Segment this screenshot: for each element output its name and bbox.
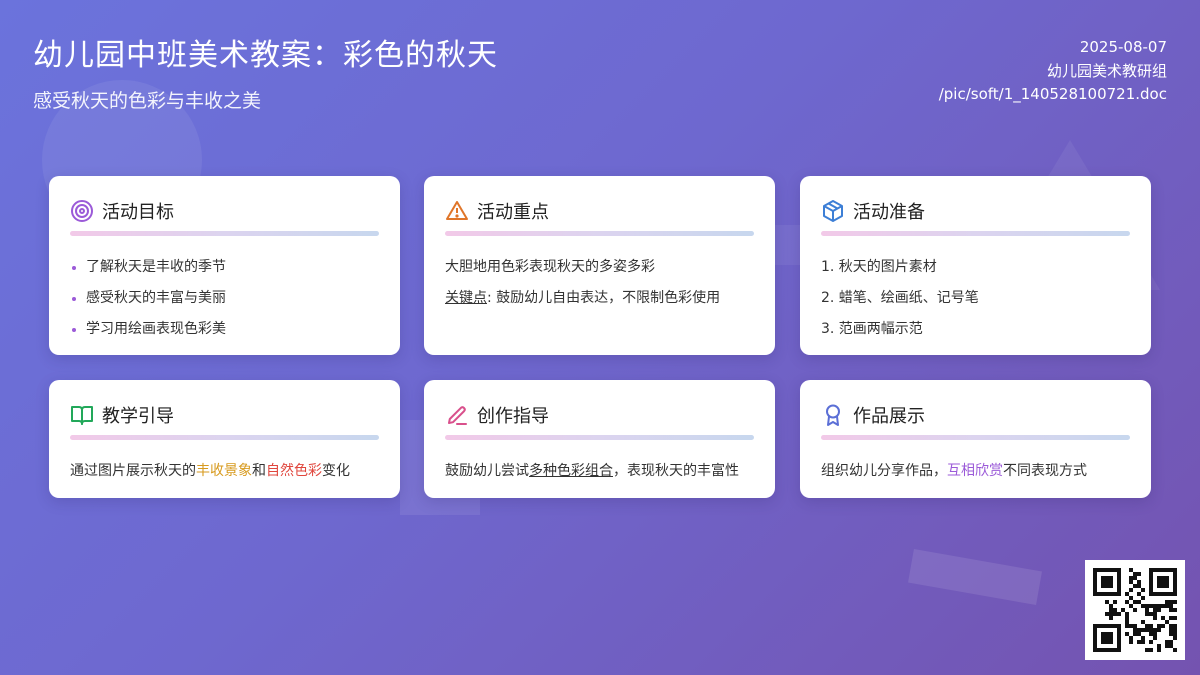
text-segment: 和 — [252, 463, 266, 479]
card-goals: 活动目标 了解秋天是丰收的季节 感受秋天的丰富与美丽 学习用绘画表现色彩美 — [49, 176, 400, 355]
list-item: 感受秋天的丰富与美丽 — [70, 283, 379, 314]
card-divider — [70, 231, 379, 236]
decor-rectangle — [908, 548, 1042, 606]
highlight-text: 多种色彩组合 — [529, 463, 613, 479]
text-segment: 鼓励幼儿尝试 — [445, 463, 529, 479]
list-item: 1. 秋天的图片素材 — [821, 259, 937, 275]
card-divider — [445, 231, 754, 236]
pencil-icon — [445, 403, 469, 427]
list-item: 学习用绘画表现色彩美 — [70, 314, 379, 345]
highlight-text: 丰收景象 — [196, 463, 252, 479]
display-text: 组织幼儿分享作品，互相欣赏不同表现方式 — [821, 456, 1130, 487]
card-divider — [70, 435, 379, 440]
creation-text: 鼓励幼儿尝试多种色彩组合，表现秋天的丰富性 — [445, 456, 754, 487]
key-point-text: : 鼓励幼儿自由表达，不限制色彩使用 — [487, 290, 721, 306]
card-divider — [821, 231, 1130, 236]
card-creation: 创作指导 鼓励幼儿尝试多种色彩组合，表现秋天的丰富性 — [424, 380, 775, 498]
header: 幼儿园中班美术教案：彩色的秋天 感受秋天的色彩与丰收之美 — [33, 30, 498, 113]
date-label: 2025-08-07 — [1079, 38, 1167, 56]
key-point: 关键点: 鼓励幼儿自由表达，不限制色彩使用 — [445, 283, 754, 314]
teaching-text: 通过图片展示秋天的丰收景象和自然色彩变化 — [70, 456, 379, 487]
box-icon — [821, 199, 845, 223]
card-title: 活动目标 — [102, 202, 174, 223]
card-divider — [821, 435, 1130, 440]
focus-text: 大胆地用色彩表现秋天的多姿多彩 — [445, 259, 655, 275]
card-title: 活动重点 — [477, 202, 549, 223]
card-title: 活动准备 — [853, 202, 925, 223]
page-subtitle: 感受秋天的色彩与丰收之美 — [33, 90, 262, 112]
highlight-text: 互相欣赏 — [947, 463, 1003, 479]
text-segment: ，表现秋天的丰富性 — [613, 463, 739, 479]
card-title: 作品展示 — [853, 406, 925, 427]
list-item: 2. 蜡笔、绘画纸、记号笔 — [821, 290, 979, 306]
page-title: 幼儿园中班美术教案：彩色的秋天 — [33, 38, 498, 73]
list-item: 3. 范画两幅示范 — [821, 321, 923, 337]
card-focus: 活动重点 大胆地用色彩表现秋天的多姿多彩 关键点: 鼓励幼儿自由表达，不限制色彩… — [424, 176, 775, 355]
list-item: 了解秋天是丰收的季节 — [70, 252, 379, 283]
author-label: 幼儿园美术教研组 — [1046, 61, 1167, 80]
card-title: 创作指导 — [477, 406, 549, 427]
text-segment: 不同表现方式 — [1003, 463, 1087, 479]
card-display: 作品展示 组织幼儿分享作品，互相欣赏不同表现方式 — [800, 380, 1151, 498]
card-prep: 活动准备 1. 秋天的图片素材 2. 蜡笔、绘画纸、记号笔 3. 范画两幅示范 — [800, 176, 1151, 355]
award-icon — [821, 403, 845, 427]
card-teaching: 教学引导 通过图片展示秋天的丰收景象和自然色彩变化 — [49, 380, 400, 498]
text-segment: 通过图片展示秋天的 — [70, 463, 196, 479]
highlight-text: 自然色彩 — [266, 463, 322, 479]
card-divider — [445, 435, 754, 440]
target-icon — [70, 199, 94, 223]
qr-code-icon[interactable] — [1085, 560, 1185, 660]
text-segment: 变化 — [322, 463, 350, 479]
warning-icon — [445, 199, 469, 223]
file-path-link[interactable]: /pic/soft/1_140528100721.doc — [939, 83, 1167, 107]
header-meta: 2025-08-07 幼儿园美术教研组 /pic/soft/1_14052810… — [939, 36, 1167, 107]
text-segment: 组织幼儿分享作品， — [821, 463, 947, 479]
card-title: 教学引导 — [102, 406, 174, 427]
book-icon — [70, 403, 94, 427]
key-point-label: 关键点 — [445, 290, 487, 306]
